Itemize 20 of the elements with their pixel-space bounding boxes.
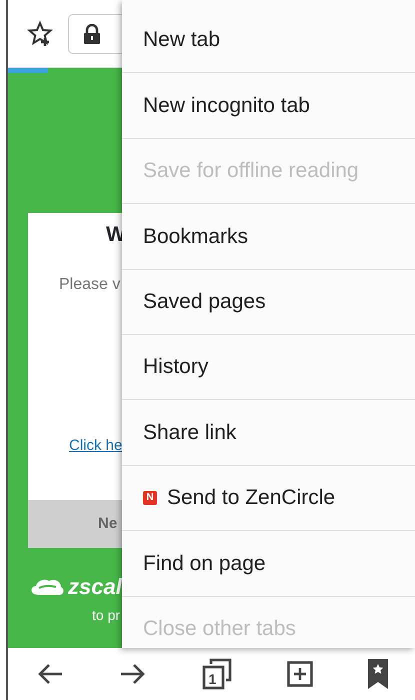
lock-icon (83, 24, 101, 44)
menu-item[interactable]: History (122, 334, 415, 400)
add-bookmark-icon[interactable] (26, 20, 54, 48)
forward-arrow-icon[interactable] (118, 662, 146, 686)
new-tab-icon[interactable] (286, 661, 312, 687)
menu-item[interactable]: New incognito tab (122, 73, 415, 139)
brand-name: zscal (68, 573, 122, 601)
page-link[interactable]: Click he (69, 434, 122, 457)
menu-item-label[interactable]: Send to ZenCircle (167, 482, 336, 514)
zencircle-icon: N (143, 490, 157, 505)
page-message: Please v (59, 274, 120, 294)
menu-item[interactable]: Saved pages (122, 270, 415, 335)
menu-item[interactable]: Find on page (122, 531, 415, 597)
bookmark-icon[interactable] (368, 659, 388, 689)
menu-item[interactable]: New tab (122, 8, 415, 74)
menu-item[interactable]: Bookmarks (122, 204, 415, 270)
footer-label[interactable]: Ne (98, 512, 118, 536)
back-arrow-icon[interactable] (36, 662, 64, 686)
menu-item[interactable]: Share link (122, 400, 415, 466)
tagline: to pr (92, 606, 122, 625)
